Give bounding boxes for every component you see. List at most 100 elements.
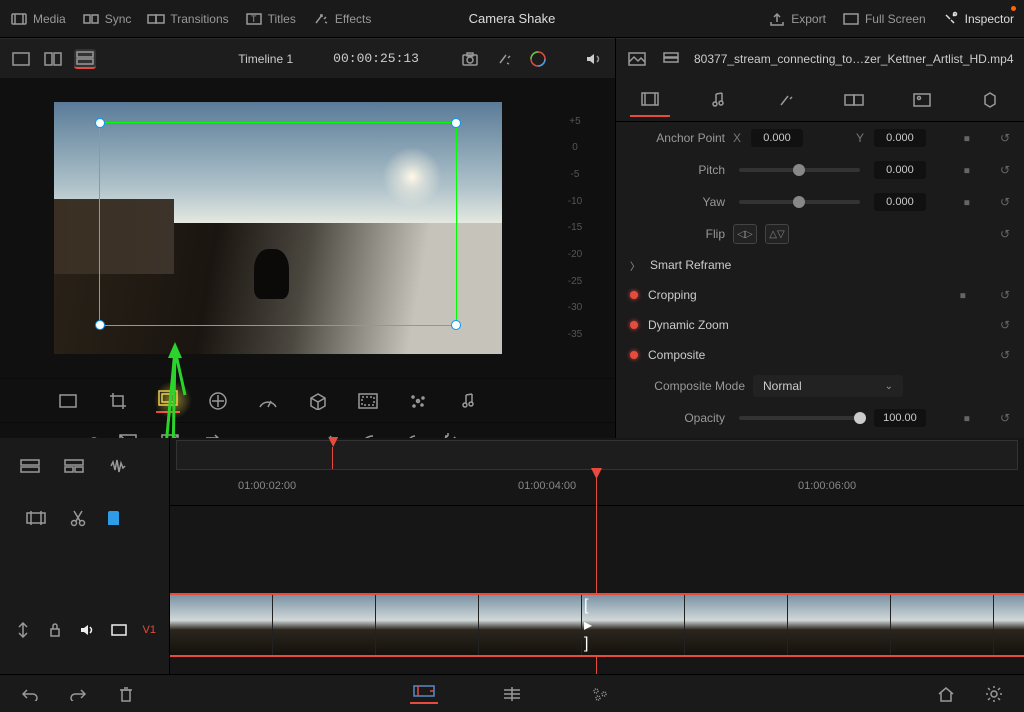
track-audio-icon[interactable] bbox=[78, 618, 96, 642]
clip-thumbnail[interactable] bbox=[994, 595, 1024, 655]
track-video-icon[interactable] bbox=[110, 618, 128, 642]
clip-thumbnail[interactable] bbox=[788, 595, 891, 655]
opacity-field[interactable]: 100.00 bbox=[874, 409, 926, 427]
dynamic-zoom-section[interactable]: Dynamic Zoom ↺ bbox=[616, 310, 1024, 340]
auto-select-icon[interactable] bbox=[14, 618, 32, 642]
clip-thumbnail[interactable] bbox=[479, 595, 582, 655]
lock-track-icon[interactable] bbox=[46, 618, 64, 642]
yaw-field[interactable]: 0.000 bbox=[874, 193, 926, 211]
audio-waveform-icon[interactable] bbox=[106, 454, 130, 478]
clip-thumb-icon[interactable] bbox=[626, 49, 648, 69]
marker-icon[interactable] bbox=[108, 511, 119, 525]
image-inspector-tab[interactable] bbox=[902, 83, 942, 117]
reset-icon[interactable]: ↺ bbox=[1000, 163, 1010, 177]
stabilize-tool[interactable] bbox=[206, 389, 230, 413]
effects-tab[interactable]: Effects bbox=[312, 11, 371, 27]
magic-wand-icon[interactable] bbox=[493, 49, 515, 69]
3d-tool[interactable] bbox=[306, 389, 330, 413]
file-inspector-tab[interactable] bbox=[970, 83, 1010, 117]
reset-icon[interactable]: ↺ bbox=[1000, 348, 1010, 362]
trash-button[interactable] bbox=[112, 684, 140, 704]
yaw-slider[interactable] bbox=[739, 200, 860, 204]
pitch-field[interactable]: 0.000 bbox=[874, 161, 926, 179]
color-wheel-icon[interactable] bbox=[527, 49, 549, 69]
tracks-area[interactable]: [ ▸ ] bbox=[170, 498, 1024, 674]
timeline-view-1-icon[interactable] bbox=[18, 454, 42, 478]
cut-page-button[interactable] bbox=[410, 684, 438, 704]
reset-icon[interactable]: ↺ bbox=[1000, 131, 1010, 145]
viewer-canvas[interactable] bbox=[54, 102, 502, 354]
clip-thumbnail[interactable] bbox=[685, 595, 788, 655]
transform-tool[interactable] bbox=[56, 389, 80, 413]
audio-tab[interactable] bbox=[698, 83, 738, 117]
snapshot-icon[interactable] bbox=[459, 49, 481, 69]
speaker-icon[interactable] bbox=[583, 49, 605, 69]
layout-single-icon[interactable] bbox=[10, 49, 32, 69]
edit-page-button[interactable] bbox=[498, 684, 526, 704]
anchor-y-field[interactable]: 0.000 bbox=[874, 129, 926, 147]
safe-area-tool[interactable] bbox=[356, 389, 380, 413]
reset-icon[interactable]: ↺ bbox=[1000, 411, 1010, 425]
track-label[interactable]: V1 bbox=[143, 624, 156, 636]
speed-tool[interactable] bbox=[256, 389, 280, 413]
fullscreen-button[interactable]: Full Screen bbox=[842, 11, 926, 27]
titles-tab[interactable]: TTitles bbox=[245, 11, 296, 27]
fairlight-page-button[interactable] bbox=[586, 684, 614, 704]
edit-point-marker[interactable]: [ ▸ ] bbox=[584, 603, 608, 647]
reset-icon[interactable]: ↺ bbox=[1000, 318, 1010, 332]
section-active-dot[interactable] bbox=[630, 291, 638, 299]
transition-inspector-tab[interactable] bbox=[834, 83, 874, 117]
clip-thumbnail[interactable] bbox=[891, 595, 994, 655]
clip-list-icon[interactable] bbox=[660, 49, 682, 69]
crop-tool[interactable] bbox=[106, 389, 130, 413]
export-button[interactable]: Export bbox=[768, 11, 826, 27]
sync-tab[interactable]: Sync bbox=[82, 11, 132, 27]
cropping-section[interactable]: Cropping ◆ ↺ bbox=[616, 280, 1024, 310]
handle-top-left[interactable] bbox=[95, 118, 105, 128]
keyframe-diamond-icon[interactable]: ◆ bbox=[954, 286, 972, 304]
settings-gear-button[interactable] bbox=[980, 684, 1008, 704]
audio-tool[interactable] bbox=[456, 389, 480, 413]
effects-inspector-tab[interactable] bbox=[766, 83, 806, 117]
anchor-x-field[interactable]: 0.000 bbox=[751, 129, 803, 147]
section-active-dot[interactable] bbox=[630, 351, 638, 359]
timeline-view-2-icon[interactable] bbox=[62, 454, 86, 478]
section-active-dot[interactable] bbox=[630, 321, 638, 329]
media-tab[interactable]: Media bbox=[10, 11, 66, 27]
layout-stacked-icon[interactable] bbox=[74, 49, 96, 69]
razor-icon[interactable] bbox=[66, 506, 90, 530]
viewer-timecode[interactable]: 00:00:25:13 bbox=[333, 51, 419, 66]
composite-mode-dropdown[interactable]: Normal⌄ bbox=[753, 375, 903, 397]
timeline-name[interactable]: Timeline 1 bbox=[238, 52, 293, 66]
range-select-icon[interactable] bbox=[24, 506, 48, 530]
flip-horizontal-button[interactable]: ◁▷ bbox=[733, 224, 757, 244]
keyframe-diamond-icon[interactable]: ◆ bbox=[958, 193, 976, 211]
undo-button[interactable] bbox=[16, 684, 44, 704]
layout-dual-icon[interactable] bbox=[42, 49, 64, 69]
redo-button[interactable] bbox=[64, 684, 92, 704]
reset-icon[interactable]: ↺ bbox=[1000, 288, 1010, 302]
clip-thumbnail[interactable] bbox=[376, 595, 479, 655]
keyframe-diamond-icon[interactable]: ◆ bbox=[958, 161, 976, 179]
smart-reframe-section[interactable]: 〉 Smart Reframe bbox=[616, 250, 1024, 280]
home-button[interactable] bbox=[932, 684, 960, 704]
inspector-button[interactable]: Inspector bbox=[942, 11, 1014, 27]
video-tab[interactable] bbox=[630, 83, 670, 117]
reset-icon[interactable]: ↺ bbox=[1000, 227, 1010, 241]
composite-section[interactable]: Composite ↺ bbox=[616, 340, 1024, 370]
handle-bottom-left[interactable] bbox=[95, 320, 105, 330]
timeline-overview[interactable] bbox=[176, 440, 1018, 470]
flip-vertical-button[interactable]: △▽ bbox=[765, 224, 789, 244]
reset-icon[interactable]: ↺ bbox=[1000, 195, 1010, 209]
particles-tool[interactable] bbox=[406, 389, 430, 413]
opacity-slider[interactable] bbox=[739, 416, 860, 420]
clip-thumbnail[interactable] bbox=[273, 595, 376, 655]
pitch-slider[interactable] bbox=[739, 168, 860, 172]
handle-bottom-right[interactable] bbox=[451, 320, 461, 330]
keyframe-diamond-icon[interactable]: ◆ bbox=[958, 409, 976, 427]
transitions-tab[interactable]: Transitions bbox=[147, 11, 228, 27]
handle-top-right[interactable] bbox=[451, 118, 461, 128]
viewer-canvas-area[interactable] bbox=[0, 78, 555, 378]
transform-bounding-box[interactable] bbox=[99, 122, 457, 326]
clip-thumbnail[interactable] bbox=[170, 595, 273, 655]
